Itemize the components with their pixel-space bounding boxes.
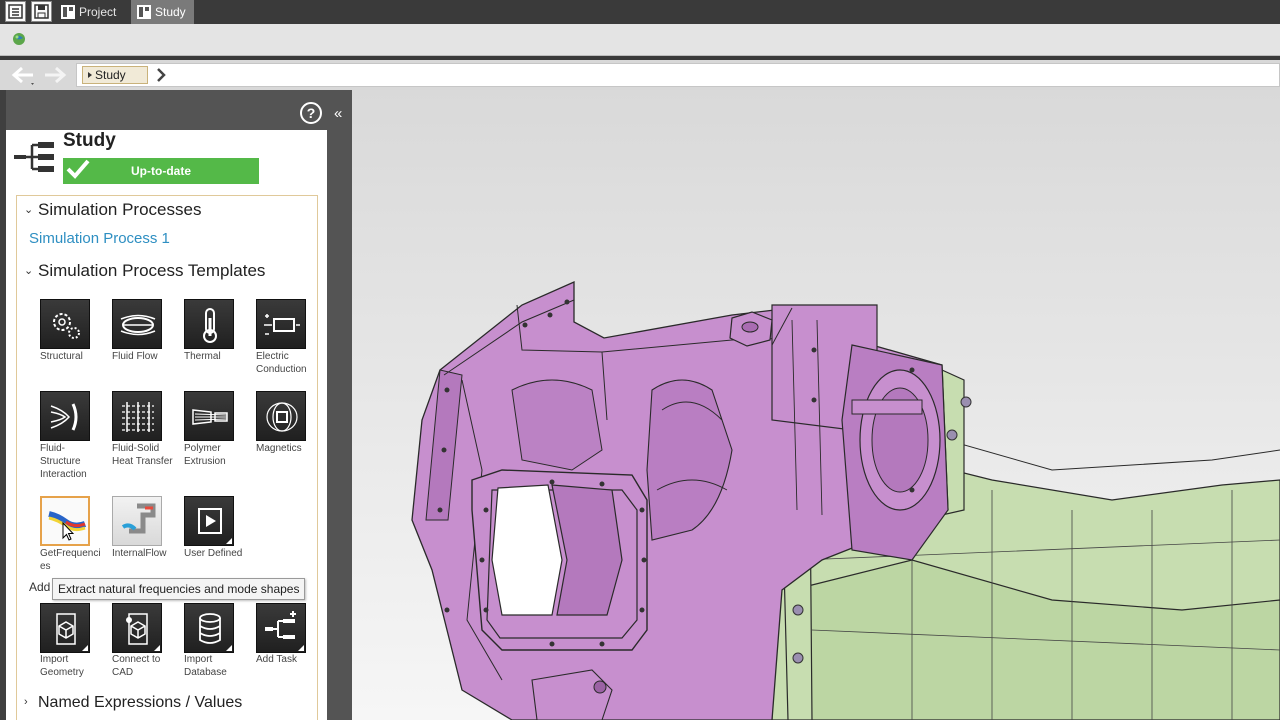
panel-right-edge [327, 130, 352, 720]
extrusion-icon [192, 409, 228, 425]
electric-conduction-icon [264, 314, 300, 335]
user-defined-icon [198, 508, 222, 534]
import-geometry-icon [56, 613, 76, 645]
dropdown-corner [298, 645, 304, 651]
connect-cad-button[interactable] [112, 603, 162, 653]
section-label: Named Expressions / Values [38, 694, 243, 711]
save-icon [34, 4, 49, 19]
page-title: Study [63, 130, 116, 151]
dropdown-corner [226, 645, 232, 651]
tooltip: Extract natural frequencies and mode sha… [52, 578, 306, 600]
add-label: Connect to CAD [112, 654, 161, 678]
breadcrumb: Study [76, 63, 1280, 87]
dropdown-corner [154, 645, 160, 651]
template-heat-transfer-button[interactable] [112, 391, 162, 441]
add-section-label: Add [29, 580, 51, 594]
section-label: Simulation Process Templates [38, 261, 266, 280]
chevron-down-icon: ⌄ [24, 265, 34, 277]
menu-button[interactable] [5, 1, 26, 22]
back-arrow-icon[interactable] [10, 64, 36, 86]
template-label: Magnetics [256, 443, 302, 454]
simulation-process-link[interactable]: Simulation Process 1 [29, 230, 170, 247]
navigation-bar: Study [0, 60, 1280, 90]
database-icon [199, 613, 221, 644]
template-polymer-extrusion-button[interactable] [184, 391, 234, 441]
template-electric-conduction-button[interactable] [256, 299, 306, 349]
project-icon [61, 5, 75, 19]
fluid-flow-icon [120, 314, 156, 336]
template-label: Fluid Flow [112, 351, 158, 362]
section-header-processes[interactable]: ⌄ Simulation Processes [24, 200, 201, 220]
import-database-button[interactable] [184, 603, 234, 653]
tab-label: Project [79, 5, 117, 19]
breadcrumb-item-study[interactable]: Study [82, 66, 148, 84]
tab-project[interactable]: Project [55, 0, 124, 24]
globe-icon[interactable] [12, 32, 26, 46]
dropdown-corner [226, 538, 232, 544]
study-tab-icon [137, 5, 151, 19]
save-button[interactable] [31, 1, 52, 22]
tab-label: Study [155, 5, 186, 19]
internal-flow-icon [121, 503, 156, 534]
collapse-panel-button[interactable]: « [334, 106, 342, 122]
section-header-templates[interactable]: ⌄ Simulation Process Templates [24, 261, 265, 281]
gears-icon [53, 313, 80, 339]
add-task-button[interactable] [256, 603, 306, 653]
study-tree-icon [14, 142, 54, 172]
cad-model-graphic [411, 281, 1280, 720]
template-label: GetFrequencies [40, 548, 101, 572]
chevron-down-icon: ⌄ [24, 204, 34, 216]
template-label: User Defined [184, 548, 243, 559]
template-fluid-flow-button[interactable] [112, 299, 162, 349]
template-label: InternalFlow [112, 548, 167, 559]
section-label: Simulation Processes [38, 200, 202, 219]
section-header-named-expressions[interactable]: › Named Expressions / Values [24, 694, 242, 712]
chevron-right-icon[interactable] [155, 67, 167, 83]
mouse-cursor-icon [62, 522, 74, 541]
template-user-defined-button[interactable] [184, 496, 234, 546]
template-label: Electric Conduction [256, 351, 307, 375]
add-label: Add Task [256, 654, 297, 665]
forward-arrow-icon[interactable] [42, 64, 68, 86]
import-geometry-button[interactable] [40, 603, 90, 653]
list-icon [8, 4, 23, 19]
status-badge: Up-to-date [63, 158, 259, 184]
template-internal-flow-button[interactable] [112, 496, 162, 546]
template-thermal-button[interactable] [184, 299, 234, 349]
template-label: Polymer Extrusion [184, 443, 226, 467]
status-text: Up-to-date [131, 164, 191, 178]
template-label: Thermal [184, 351, 221, 362]
3d-viewport[interactable] [352, 90, 1280, 720]
dropdown-corner [82, 645, 88, 651]
tab-study[interactable]: Study [131, 0, 194, 24]
toolbar [0, 24, 1280, 56]
template-fluid-structure-button[interactable] [40, 391, 90, 441]
title-tab-bar: Project Study [0, 0, 1280, 24]
add-label: Import Geometry [40, 654, 84, 678]
magnetics-icon [266, 402, 298, 432]
template-label: Fluid-Solid Heat Transfer [112, 443, 173, 467]
help-button[interactable]: ? [300, 102, 322, 124]
template-label: Structural [40, 351, 83, 362]
template-label: Fluid-Structure Interaction [40, 443, 87, 480]
chevron-right-icon: › [24, 696, 28, 708]
checkmark-icon [66, 159, 90, 179]
fsi-icon [50, 403, 78, 431]
add-task-icon [265, 611, 296, 639]
add-label: Import Database [184, 654, 227, 678]
connect-cad-icon [126, 613, 148, 645]
template-structural-button[interactable] [40, 299, 90, 349]
heat-transfer-icon [122, 402, 154, 432]
template-magnetics-button[interactable] [256, 391, 306, 441]
thermometer-icon [203, 308, 217, 343]
